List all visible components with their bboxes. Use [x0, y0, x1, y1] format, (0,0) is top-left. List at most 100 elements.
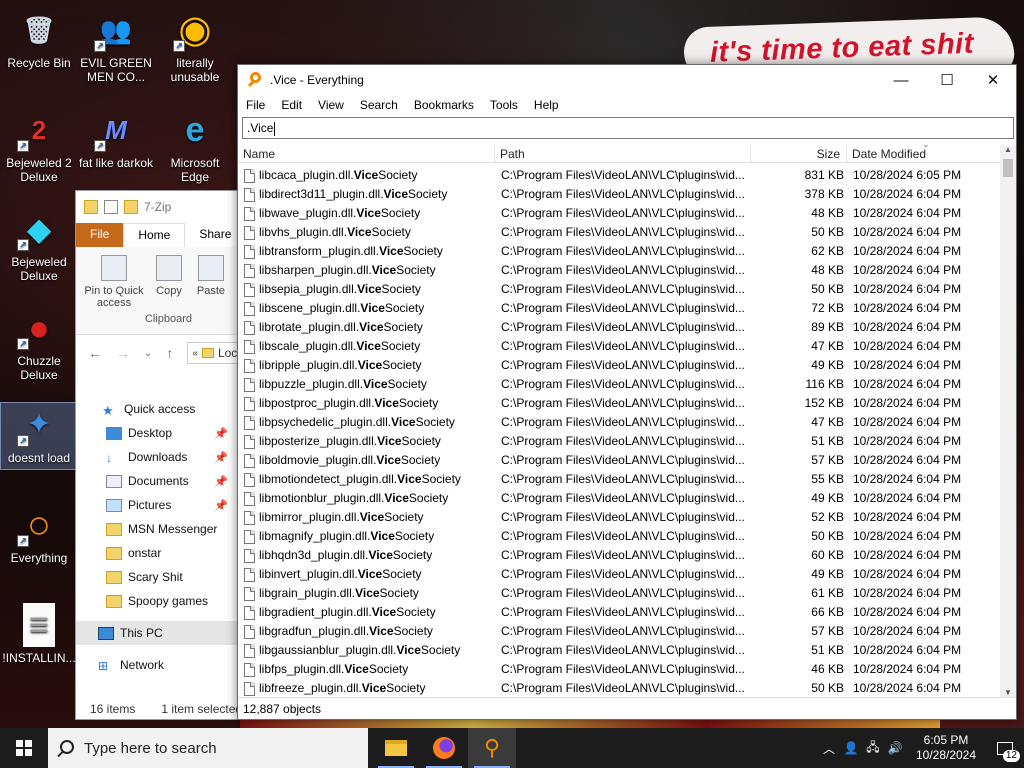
tree-item-onstar[interactable]: onstar	[76, 541, 256, 565]
table-row[interactable]: libfps_plugin.dll.ViceSociety C:\Program …	[238, 660, 1000, 679]
network-icon[interactable]: 🖧	[862, 738, 884, 759]
up-arrow-icon[interactable]: ↑	[166, 345, 173, 361]
close-button[interactable]: ✕	[970, 65, 1016, 95]
table-row[interactable]: libmotiondetect_plugin.dll.ViceSociety C:…	[238, 470, 1000, 489]
tree-item-quick-access[interactable]: ★ Quick access	[76, 397, 256, 421]
desktop-icon-evil-green-men[interactable]: 👥 ↗ EVIL GREEN MEN CO...	[78, 8, 154, 84]
scroll-down-icon[interactable]: ▼	[1000, 688, 1016, 697]
tree-item-msn-messenger[interactable]: MSN Messenger	[76, 517, 256, 541]
desktop-icon-recycle-bin[interactable]: 🗑 Recycle Bin	[1, 8, 77, 70]
clock[interactable]: 6:05 PM 10/28/2024	[906, 733, 986, 763]
properties-icon[interactable]	[104, 200, 118, 214]
column-header-name[interactable]: Name	[238, 145, 495, 163]
table-row[interactable]: libripple_plugin.dll.ViceSociety C:\Progr…	[238, 356, 1000, 375]
tree-item-spoopy-games[interactable]: Spoopy games	[76, 589, 256, 613]
menu-tools[interactable]: Tools	[490, 98, 518, 112]
table-row[interactable]: librotate_plugin.dll.ViceSociety C:\Progr…	[238, 318, 1000, 337]
table-row[interactable]: libmirror_plugin.dll.ViceSociety C:\Progr…	[238, 508, 1000, 527]
pin-quick-access-button[interactable]: Pin to Quick access	[82, 255, 146, 309]
taskbar-firefox[interactable]	[420, 728, 468, 768]
menu-help[interactable]: Help	[534, 98, 559, 112]
paste-button[interactable]: Paste	[194, 255, 228, 297]
minimize-button[interactable]: —	[878, 65, 924, 95]
tree-item-downloads[interactable]: ↓ Downloads 📌	[76, 445, 256, 469]
tree-item-desktop[interactable]: Desktop 📌	[76, 421, 256, 445]
desktop-icon-fat-like-darkok[interactable]: M ↗ fat like darkok	[78, 108, 154, 170]
desktop-icon-bejeweled-2[interactable]: 2 ↗ Bejeweled 2 Deluxe	[1, 108, 77, 184]
table-row[interactable]: libdirect3d11_plugin.dll.ViceSociety C:\P…	[238, 185, 1000, 204]
vertical-scrollbar[interactable]: ▲ ▼	[1000, 145, 1016, 697]
scroll-up-icon[interactable]: ▲	[1000, 145, 1016, 154]
tree-item-network[interactable]: ⊞ Network	[76, 653, 256, 677]
file-size-cell: 60 KB	[811, 548, 844, 562]
desktop-icon-bejeweled[interactable]: ◆ ↗ Bejeweled Deluxe	[1, 207, 77, 283]
desktop-icon-installing[interactable]: ≡ !INSTALLIN...	[1, 603, 77, 665]
desktop-icon-chrome[interactable]: ◉ ↗ literally unusable	[157, 8, 233, 84]
table-row[interactable]: libscene_plugin.dll.ViceSociety C:\Progra…	[238, 299, 1000, 318]
back-arrow-icon[interactable]: ←	[88, 345, 102, 361]
show-hidden-icons-chevron-icon[interactable]: ︿	[818, 740, 840, 757]
everything-titlebar[interactable]: .Vice - Everything — ☐ ✕	[238, 65, 1016, 95]
maximize-button[interactable]: ☐	[924, 65, 970, 95]
tree-item-pictures[interactable]: Pictures 📌	[76, 493, 256, 517]
table-row[interactable]: libpostproc_plugin.dll.ViceSociety C:\Pro…	[238, 394, 1000, 413]
table-row[interactable]: liboldmovie_plugin.dll.ViceSociety C:\Pro…	[238, 451, 1000, 470]
table-row[interactable]: libgradient_plugin.dll.ViceSociety C:\Pro…	[238, 603, 1000, 622]
search-input[interactable]: .Vice	[242, 117, 1014, 139]
table-row[interactable]: libmotionblur_plugin.dll.ViceSociety C:\P…	[238, 489, 1000, 508]
table-row[interactable]: libpuzzle_plugin.dll.ViceSociety C:\Progr…	[238, 375, 1000, 394]
file-explorer-window[interactable]: 7-Zip File Home Share Pin to Quick acces…	[75, 190, 256, 720]
desktop-icon-doesnt-load[interactable]: ✦ ↗ doesnt load	[0, 402, 78, 470]
table-row[interactable]: libgradfun_plugin.dll.ViceSociety C:\Prog…	[238, 622, 1000, 641]
copy-button[interactable]: Copy	[152, 255, 186, 297]
file-name-cell: libpsychedelic_plugin.dll.ViceSociety	[244, 413, 494, 432]
table-row[interactable]: libvhs_plugin.dll.ViceSociety C:\Program …	[238, 223, 1000, 242]
tab-file[interactable]: File	[76, 223, 124, 247]
table-row[interactable]: libhqdn3d_plugin.dll.ViceSociety C:\Progr…	[238, 546, 1000, 565]
notification-center-button[interactable]: 12	[986, 728, 1024, 768]
everything-window[interactable]: .Vice - Everything — ☐ ✕ File Edit View …	[237, 64, 1017, 720]
tree-item-this-pc[interactable]: This PC	[76, 621, 256, 645]
table-row[interactable]: libgaussianblur_plugin.dll.ViceSociety C:…	[238, 641, 1000, 660]
volume-icon[interactable]: 🔊	[884, 741, 906, 755]
menu-view[interactable]: View	[318, 98, 344, 112]
taskbar-file-explorer[interactable]	[372, 728, 420, 768]
tree-item-scary-shit[interactable]: Scary Shit	[76, 565, 256, 589]
tab-home[interactable]: Home	[123, 223, 186, 247]
taskbar-everything[interactable]: ⚲	[468, 728, 516, 768]
table-row[interactable]: libgrain_plugin.dll.ViceSociety C:\Progra…	[238, 584, 1000, 603]
msn-tray-icon[interactable]: 👤	[840, 741, 862, 755]
table-row[interactable]: libwave_plugin.dll.ViceSociety C:\Program…	[238, 204, 1000, 223]
file-size-cell: 62 KB	[811, 244, 844, 258]
table-row[interactable]: libmagnify_plugin.dll.ViceSociety C:\Prog…	[238, 527, 1000, 546]
table-row[interactable]: libposterize_plugin.dll.ViceSociety C:\Pr…	[238, 432, 1000, 451]
desktop-icon-everything[interactable]: ○ ↗ Everything	[1, 503, 77, 565]
recent-chevron-icon[interactable]: ⌄	[144, 348, 152, 359]
start-button[interactable]	[0, 728, 48, 768]
scrollbar-thumb[interactable]	[1003, 159, 1013, 177]
file-name: libscene_plugin.dll.ViceSociety	[259, 301, 425, 315]
menu-bookmarks[interactable]: Bookmarks	[414, 98, 474, 112]
table-row[interactable]: libsharpen_plugin.dll.ViceSociety C:\Prog…	[238, 261, 1000, 280]
column-header-size[interactable]: Size	[751, 145, 847, 163]
table-row[interactable]: libcaca_plugin.dll.ViceSociety C:\Program…	[238, 166, 1000, 185]
table-row[interactable]: libfreeze_plugin.dll.ViceSociety C:\Progr…	[238, 679, 1000, 698]
column-header-path[interactable]: Path	[495, 145, 751, 163]
forward-arrow-icon[interactable]: →	[116, 345, 130, 361]
taskbar-search-box[interactable]: Type here to search	[48, 728, 368, 768]
explorer-titlebar: 7-Zip	[76, 191, 254, 223]
menu-file[interactable]: File	[246, 98, 265, 112]
table-row[interactable]: libsepia_plugin.dll.ViceSociety C:\Progra…	[238, 280, 1000, 299]
table-row[interactable]: libinvert_plugin.dll.ViceSociety C:\Progr…	[238, 565, 1000, 584]
file-icon	[244, 510, 255, 525]
table-row[interactable]: libtransform_plugin.dll.ViceSociety C:\Pr…	[238, 242, 1000, 261]
menu-search[interactable]: Search	[360, 98, 398, 112]
table-row[interactable]: libscale_plugin.dll.ViceSociety C:\Progra…	[238, 337, 1000, 356]
results-list[interactable]: libcaca_plugin.dll.ViceSociety C:\Program…	[238, 166, 1000, 698]
menu-edit[interactable]: Edit	[281, 98, 302, 112]
desktop-icon-edge[interactable]: e Microsoft Edge	[157, 108, 233, 184]
tree-item-documents[interactable]: Documents 📌	[76, 469, 256, 493]
desktop-icon-chuzzle[interactable]: ● ↗ Chuzzle Deluxe	[1, 306, 77, 382]
table-row[interactable]: libpsychedelic_plugin.dll.ViceSociety C:\…	[238, 413, 1000, 432]
new-folder-icon[interactable]	[124, 200, 138, 214]
